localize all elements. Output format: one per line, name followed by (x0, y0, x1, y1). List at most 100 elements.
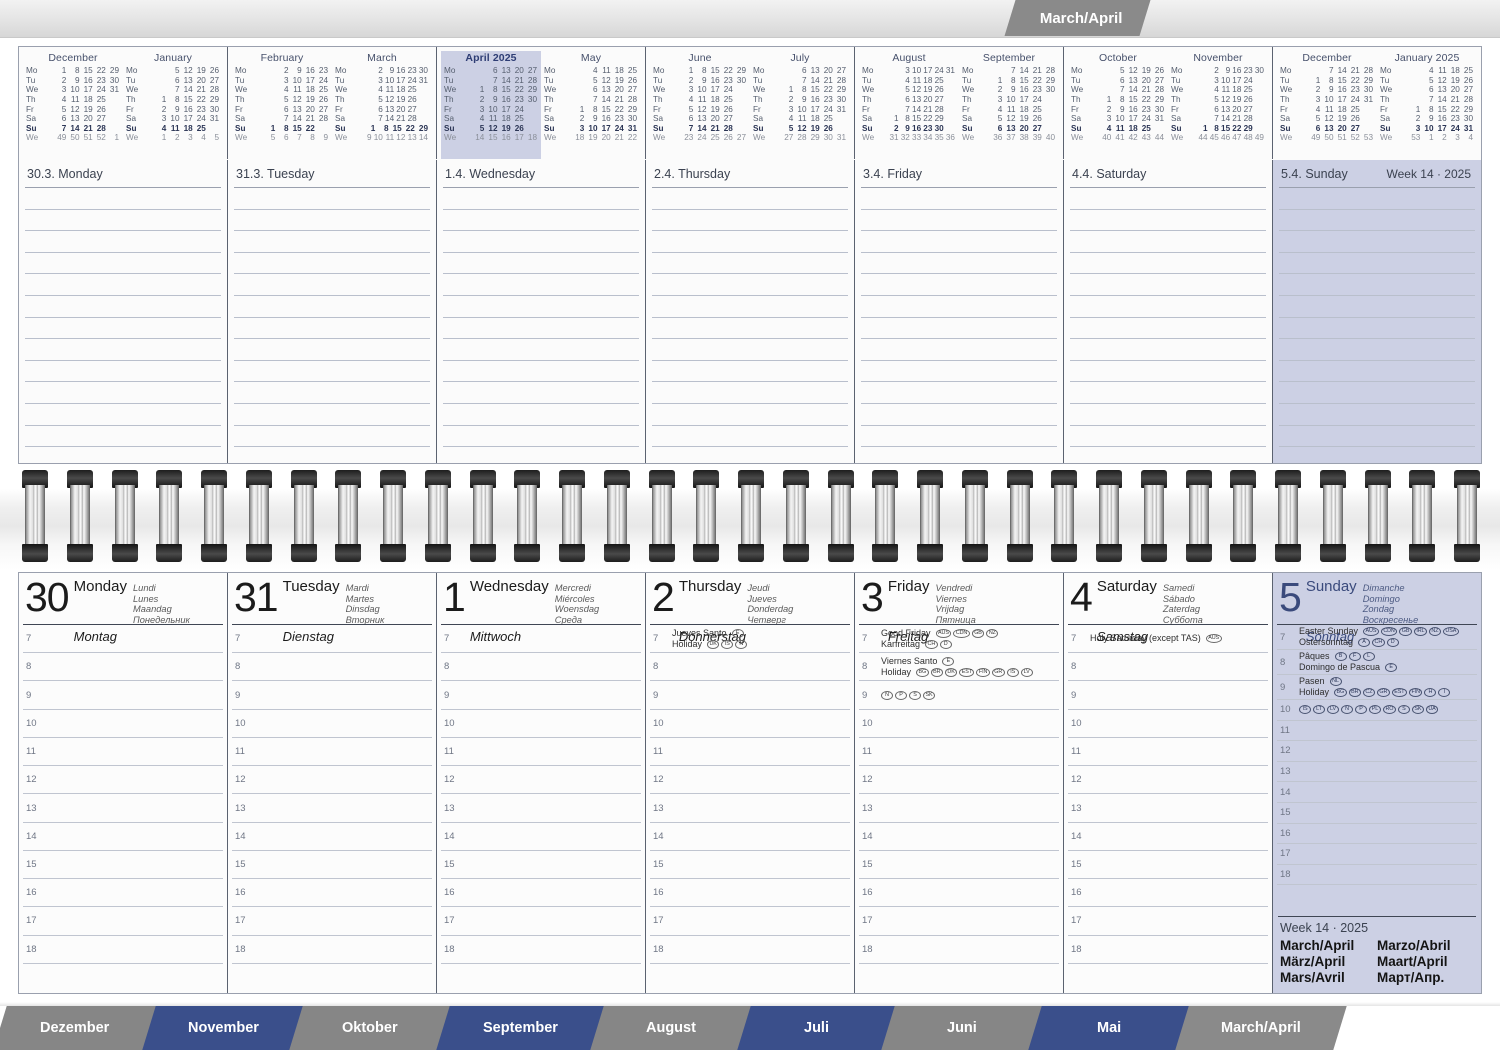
hour-row[interactable]: 13 (441, 794, 641, 823)
top-notes-column-4[interactable] (645, 188, 854, 463)
hour-content[interactable] (1090, 879, 1268, 906)
day-column-thursday[interactable]: 2 Thursday Jeudi Jueves Donderdag Четверг Donn… (645, 573, 854, 993)
hour-row[interactable]: 11 (232, 738, 432, 767)
mini-calendar-august[interactable]: August Mo 3 10 17 24 31 Tu 4 11 18 25 We 5 12 19 26 Th 6 13… (859, 51, 959, 159)
note-line[interactable] (861, 318, 1057, 340)
top-notes-column-1[interactable] (19, 188, 227, 463)
note-line[interactable] (443, 339, 639, 361)
note-line[interactable] (25, 404, 221, 426)
hour-row[interactable]: 11 (1277, 721, 1477, 742)
note-line[interactable] (1070, 188, 1266, 210)
note-line[interactable] (1070, 382, 1266, 404)
note-line[interactable] (443, 188, 639, 210)
hour-content[interactable] (881, 794, 1059, 821)
hour-content[interactable] (463, 964, 641, 991)
month-tab-juni[interactable]: Juni (881, 1006, 1043, 1050)
note-line[interactable] (1279, 426, 1475, 448)
note-line[interactable] (234, 231, 430, 253)
hour-content[interactable] (463, 681, 641, 708)
hour-content[interactable] (45, 936, 223, 963)
hour-row[interactable]: 14 (1068, 823, 1268, 851)
hour-content[interactable] (463, 710, 641, 737)
hour-content[interactable] (1090, 653, 1268, 680)
note-line[interactable] (25, 188, 221, 210)
mini-calendar-february[interactable]: February Mo 2 9 16 23 Tu 3 10 17 24 We 4 11 18 25 Th 5 12 1… (232, 51, 332, 159)
note-line[interactable] (25, 231, 221, 253)
hour-content[interactable] (1090, 738, 1268, 765)
top-notes-column-2[interactable] (227, 188, 436, 463)
hour-content[interactable] (1299, 741, 1477, 761)
top-day-header-6[interactable]: 4.4. Saturday (1063, 160, 1272, 188)
hour-content[interactable] (463, 766, 641, 793)
hour-content[interactable] (254, 823, 432, 850)
hour-row[interactable]: 10 IS LT LV N P PL RO S SK UA (1277, 700, 1477, 721)
hour-content[interactable] (463, 625, 641, 652)
hour-row[interactable]: 17 (1277, 844, 1477, 865)
hour-content[interactable] (672, 851, 850, 878)
hour-content[interactable] (254, 681, 432, 708)
hour-content[interactable] (463, 851, 641, 878)
hour-row[interactable]: 16 (23, 879, 223, 908)
month-tab-juli[interactable]: Juli (737, 1006, 896, 1050)
hour-content[interactable] (881, 964, 1059, 991)
hour-row[interactable]: 7 Jueves Santo E Holiday DK IS N (650, 625, 850, 654)
hour-content[interactable] (254, 766, 432, 793)
hour-content[interactable] (672, 964, 850, 991)
note-line[interactable] (652, 253, 848, 275)
hour-row[interactable]: 15 (23, 851, 223, 880)
mini-calendar-april-2025[interactable]: April 2025 Mo 6 13 20 27 Tu 7 14 21 28 We 1 8 15 22 29 Th… (441, 51, 541, 159)
day-column-wednesday[interactable]: 1 Wednesday Mercredi Miércoles Woensdag Среда… (436, 573, 645, 993)
hour-content[interactable] (463, 738, 641, 765)
hour-row[interactable]: 10 (859, 710, 1059, 738)
hour-content[interactable] (672, 710, 850, 737)
note-line[interactable] (652, 318, 848, 340)
hour-content[interactable] (463, 879, 641, 906)
note-line[interactable] (652, 339, 848, 361)
month-tab-oktober[interactable]: Oktober (289, 1006, 451, 1050)
note-line[interactable] (861, 188, 1057, 210)
mini-calendar-july[interactable]: July Mo 6 13 20 27 Tu 7 14 21 28 We 1 8 15 22 29 Th 2 9 16 23… (750, 51, 850, 159)
hour-row[interactable]: 11 (859, 738, 1059, 767)
hour-row[interactable]: 14 (23, 823, 223, 851)
hour-content[interactable] (254, 653, 432, 680)
hour-content[interactable] (254, 794, 432, 821)
hour-row[interactable]: 17 (232, 907, 432, 936)
hour-row[interactable]: 8 (23, 653, 223, 682)
hour-row[interactable]: 13 (23, 794, 223, 823)
note-line[interactable] (1070, 426, 1266, 448)
note-line[interactable] (25, 361, 221, 383)
note-line[interactable] (1070, 210, 1266, 232)
hour-row[interactable]: 14 (859, 823, 1059, 851)
note-line[interactable] (443, 404, 639, 426)
hour-row[interactable]: 8 Viernes Santo E Holiday BG BR DK EST FIN GR IS LV (859, 653, 1059, 682)
hour-content[interactable] (672, 681, 850, 708)
hour-row[interactable]: 18 (23, 936, 223, 964)
hour-row[interactable]: 12 (441, 766, 641, 795)
hour-content[interactable]: Holy Saturday (except TAS) AUS (1090, 625, 1268, 652)
hour-content[interactable]: IS LT LV N P PL RO S SK UA (1299, 700, 1477, 720)
hour-row[interactable]: 16 (1068, 879, 1268, 908)
hour-content[interactable] (1090, 710, 1268, 737)
note-line[interactable] (443, 361, 639, 383)
hour-row[interactable]: 8 (441, 653, 641, 682)
note-line[interactable] (234, 296, 430, 318)
hour-content[interactable] (254, 738, 432, 765)
hour-content[interactable] (463, 823, 641, 850)
hour-row[interactable]: 14 (232, 823, 432, 851)
note-line[interactable] (25, 318, 221, 340)
note-line[interactable] (443, 253, 639, 275)
note-line[interactable] (1070, 361, 1266, 383)
top-day-header-4[interactable]: 2.4. Thursday (645, 160, 854, 188)
hour-row[interactable] (23, 964, 223, 991)
hour-row[interactable]: 8 (1068, 653, 1268, 682)
note-line[interactable] (652, 231, 848, 253)
note-line[interactable] (861, 339, 1057, 361)
month-tab-september[interactable]: September (436, 1006, 605, 1050)
note-line[interactable] (652, 382, 848, 404)
hour-content[interactable] (463, 936, 641, 963)
note-line[interactable] (234, 339, 430, 361)
hour-content[interactable] (881, 907, 1059, 934)
hour-row[interactable]: 16 (859, 879, 1059, 908)
mini-calendar-december[interactable]: December Mo 7 14 21 28 Tu 1 8 15 22 29 We 2 9 16 23 30 Th 3… (1277, 51, 1377, 159)
hour-row[interactable]: 12 (23, 766, 223, 795)
